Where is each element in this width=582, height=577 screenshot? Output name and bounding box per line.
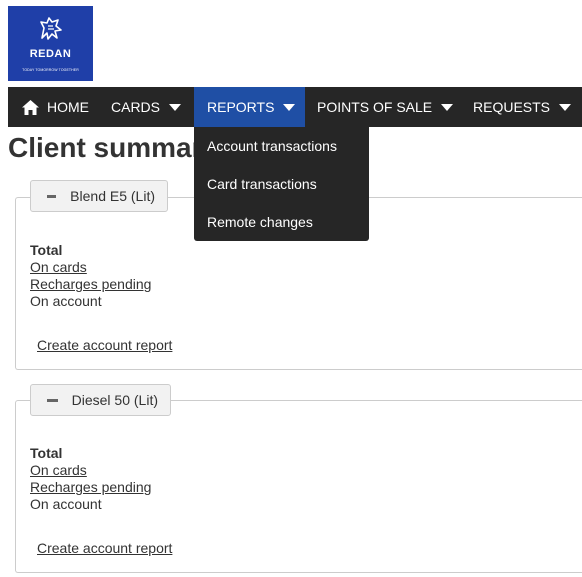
on-account-label: On account (30, 293, 102, 309)
recharges-pending-link[interactable]: Recharges pending (30, 276, 151, 292)
panel-legend-label: Blend E5 (Lit) (70, 188, 155, 204)
nav-reports-label: REPORTS (207, 99, 275, 115)
panel-toggle-button[interactable]: Blend E5 (Lit) (30, 180, 168, 212)
panel-toggle-button[interactable]: Diesel 50 (Lit) (30, 384, 171, 416)
create-account-report-link[interactable]: Create account report (37, 337, 172, 353)
nav-points-of-sale-label: POINTS OF SALE (317, 99, 433, 115)
chevron-down-icon (441, 103, 454, 111)
menu-item-account-transactions[interactable]: Account transactions (207, 138, 337, 154)
nav-points-of-sale[interactable]: POINTS OF SALE (317, 87, 454, 127)
recharges-pending-link[interactable]: Recharges pending (30, 479, 151, 495)
nav-reports[interactable]: REPORTS (194, 87, 305, 127)
on-cards-link[interactable]: On cards (30, 259, 87, 275)
chevron-down-icon (559, 103, 572, 111)
minus-icon (47, 398, 58, 402)
main-navbar: HOME CARDS REPORTS POINTS OF SALE REQUES… (8, 87, 582, 127)
minus-icon (47, 194, 57, 198)
nav-home-label: HOME (47, 99, 89, 115)
create-account-report-link[interactable]: Create account report (37, 540, 172, 556)
total-label: Total (30, 445, 63, 461)
nav-requests-label: REQUESTS (473, 99, 551, 115)
nav-cards[interactable]: CARDS (111, 87, 182, 127)
menu-item-remote-changes[interactable]: Remote changes (207, 214, 313, 230)
panel-legend-label: Diesel 50 (Lit) (71, 392, 158, 408)
lion-emblem-icon (40, 17, 62, 40)
redan-logo[interactable]: REDAN TODAY TOMORROW TOGETHER (8, 6, 93, 81)
on-account-label: On account (30, 496, 102, 512)
chevron-down-icon (169, 103, 182, 111)
on-cards-link[interactable]: On cards (30, 462, 87, 478)
nav-cards-label: CARDS (111, 99, 161, 115)
page-title: Client summary (8, 132, 219, 163)
menu-item-card-transactions[interactable]: Card transactions (207, 176, 317, 192)
total-label: Total (30, 242, 63, 258)
reports-dropdown-menu: Account transactions Card transactions R… (194, 127, 369, 241)
nav-home[interactable]: HOME (22, 87, 89, 127)
chevron-down-icon (283, 103, 296, 111)
logo-tagline: TODAY TOMORROW TOGETHER (22, 68, 79, 72)
home-icon (22, 99, 39, 115)
nav-requests[interactable]: REQUESTS (473, 87, 572, 127)
logo-name: REDAN (29, 48, 72, 60)
